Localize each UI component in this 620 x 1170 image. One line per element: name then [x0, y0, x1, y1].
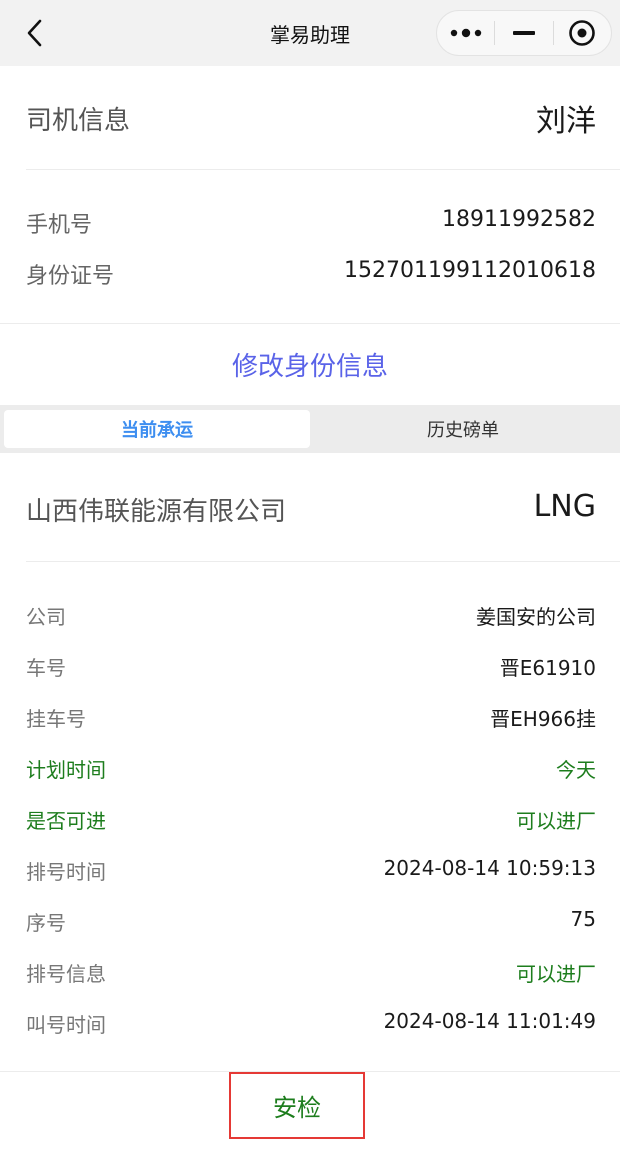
driver-info-label: 司机信息 — [26, 106, 131, 136]
detail-label: 公司 — [26, 605, 66, 629]
divider — [26, 169, 620, 170]
detail-label: 车号 — [26, 656, 66, 680]
phone-row: 手机号 18911992582 — [0, 201, 620, 241]
detail-label: 叫号时间 — [26, 1013, 106, 1037]
detail-label: 挂车号 — [26, 707, 86, 731]
detail-value: 2024-08-14 11:01:49 — [383, 1009, 596, 1033]
detail-row: 叫号时间 2024-08-14 11:01:49 — [0, 1001, 620, 1041]
tab-current-shipment[interactable]: 当前承运 — [4, 410, 310, 448]
phone-value: 18911992582 — [442, 207, 596, 232]
cargo-type: LNG — [533, 489, 596, 524]
driver-name: 刘洋 — [536, 104, 596, 139]
detail-value: 晋EH966挂 — [490, 707, 596, 731]
detail-label: 计划时间 — [26, 758, 106, 782]
company-name: 山西伟联能源有限公司 — [26, 497, 287, 527]
detail-row: 序号 75 — [0, 899, 620, 939]
close-button[interactable] — [554, 11, 611, 55]
tab-history-weighbill[interactable]: 历史磅单 — [310, 410, 616, 448]
divider — [26, 561, 620, 562]
id-number-value: 152701199112010618 — [344, 258, 596, 283]
driver-info-header: 司机信息 刘洋 — [0, 66, 620, 170]
phone-label: 手机号 — [26, 213, 93, 238]
id-number-label: 身份证号 — [26, 264, 115, 289]
id-number-row: 身份证号 152701199112010618 — [0, 252, 620, 292]
safety-check-button[interactable]: 安检 — [229, 1072, 365, 1139]
detail-row: 计划时间 今天 — [0, 746, 620, 786]
detail-label: 是否可进 — [26, 809, 106, 833]
detail-value: 2024-08-14 10:59:13 — [383, 856, 596, 880]
detail-value: 可以进厂 — [516, 809, 596, 833]
more-button[interactable] — [437, 11, 494, 55]
detail-value: 姜国安的公司 — [476, 605, 596, 629]
detail-value: 75 — [570, 907, 596, 931]
detail-row: 车号 晋E61910 — [0, 644, 620, 684]
tab-bar: 当前承运 历史磅单 — [0, 405, 620, 453]
detail-row: 排号时间 2024-08-14 10:59:13 — [0, 848, 620, 888]
more-dots-icon — [450, 28, 481, 38]
minus-icon — [513, 31, 535, 35]
divider — [0, 323, 620, 324]
edit-identity-link[interactable]: 修改身份信息 — [0, 346, 620, 383]
target-circle-icon — [569, 20, 596, 46]
mini-program-capsule — [436, 10, 612, 56]
detail-value: 可以进厂 — [516, 962, 596, 986]
detail-value: 晋E61910 — [499, 656, 596, 680]
detail-row: 挂车号 晋EH966挂 — [0, 695, 620, 735]
detail-label: 序号 — [26, 911, 66, 935]
bottom-action-bar: 安检 — [0, 1071, 620, 1170]
minimize-button[interactable] — [495, 11, 552, 55]
navigation-bar: 掌易助理 — [0, 0, 620, 66]
detail-row: 排号信息 可以进厂 — [0, 950, 620, 990]
shipment-header: 山西伟联能源有限公司 LNG — [0, 453, 620, 561]
detail-row: 公司 姜国安的公司 — [0, 593, 620, 633]
detail-row: 是否可进 可以进厂 — [0, 797, 620, 837]
detail-label: 排号时间 — [26, 860, 106, 884]
detail-label: 排号信息 — [26, 962, 106, 986]
detail-value: 今天 — [556, 758, 596, 782]
